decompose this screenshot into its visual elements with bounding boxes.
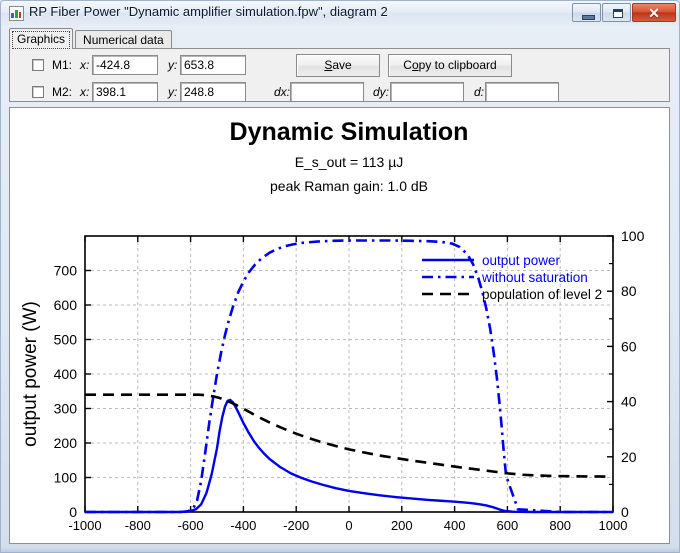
tab-numerical-data[interactable]: Numerical data xyxy=(75,30,172,49)
m1-label: M1: xyxy=(52,58,73,72)
chart-subtitle-energy: E_s_out = 113 µJ xyxy=(295,154,404,170)
dx-label: dx: xyxy=(274,85,291,99)
x-axis-tick-label: -200 xyxy=(283,518,309,533)
tab-graphics[interactable]: Graphics xyxy=(9,28,74,49)
title-bar: RP Fiber Power "Dynamic amplifier simula… xyxy=(1,1,679,25)
application-window: RP Fiber Power "Dynamic amplifier simula… xyxy=(0,0,680,553)
m1-x-label: x: xyxy=(80,58,90,72)
m1-checkbox[interactable] xyxy=(32,59,44,71)
x-axis-tick-label: 800 xyxy=(549,518,571,533)
dy-input[interactable] xyxy=(390,82,464,102)
x-axis-tick-label: 200 xyxy=(391,518,413,533)
legend-label-1: output power xyxy=(482,253,561,268)
dy-label: dy: xyxy=(373,85,390,99)
close-button[interactable]: ✕ xyxy=(632,3,676,22)
x-axis-tick-label: -800 xyxy=(125,518,151,533)
m1-y-input[interactable]: 653.8 xyxy=(180,55,246,75)
maximize-icon xyxy=(613,9,623,18)
chart-container: Dynamic Simulation E_s_out = 113 µJ peak R… xyxy=(9,107,670,544)
x-axis-tick-label: 400 xyxy=(444,518,466,533)
d-label: d: xyxy=(474,85,485,99)
y2-axis-tick-label: 20 xyxy=(621,449,637,465)
x-axis-tick-label: 1000 xyxy=(599,518,628,533)
d-input[interactable] xyxy=(485,82,559,102)
window-title: RP Fiber Power "Dynamic amplifier simula… xyxy=(29,4,388,19)
y2-axis-tick-label: 80 xyxy=(621,283,637,299)
close-icon: ✕ xyxy=(648,4,660,21)
x-axis-tick-label: -600 xyxy=(178,518,204,533)
y-axis-tick-label: 700 xyxy=(54,263,78,279)
y2-axis-tick-label: 100 xyxy=(621,228,645,244)
tab-numerical-data-label: Numerical data xyxy=(83,33,164,47)
y-axis-label: output power (W) xyxy=(20,301,41,447)
copy-to-clipboard-button[interactable]: Copy to clipboard xyxy=(388,54,512,77)
legend-label-3: population of level 2 xyxy=(482,287,602,302)
chart-title: Dynamic Simulation xyxy=(230,118,469,146)
maximize-button[interactable] xyxy=(602,3,631,22)
y2-axis-tick-label: 60 xyxy=(621,338,637,354)
y-axis-tick-label: 500 xyxy=(54,332,78,348)
y-axis-tick-label: 200 xyxy=(54,435,78,451)
simulation-chart: Dynamic Simulation E_s_out = 113 µJ peak R… xyxy=(20,118,645,533)
y-axis-tick-label: 100 xyxy=(54,470,78,486)
m2-x-input[interactable]: 398.1 xyxy=(92,82,158,102)
m2-checkbox[interactable] xyxy=(32,86,44,98)
app-icon xyxy=(9,6,24,21)
m2-y-label: y: xyxy=(168,85,178,99)
x-axis-tick-label: 0 xyxy=(345,518,352,533)
minimize-button[interactable] xyxy=(572,3,601,22)
x-axis-tick-label: -400 xyxy=(230,518,256,533)
legend-label-2: without saturation xyxy=(481,270,588,285)
y-axis-tick-label: 300 xyxy=(54,401,78,417)
m2-x-label: x: xyxy=(80,85,90,99)
save-button[interactable]: Save xyxy=(296,54,380,77)
window-controls: ✕ xyxy=(572,3,676,23)
y-axis-tick-label: 0 xyxy=(69,504,77,520)
focus-outline xyxy=(12,31,71,49)
y2-axis-tick-label: 40 xyxy=(621,394,637,410)
tab-bar: Graphics Numerical data xyxy=(9,28,172,49)
m2-label: M2: xyxy=(52,85,73,99)
chart-subtitle-gain: peak Raman gain: 1.0 dB xyxy=(270,178,428,194)
dx-input[interactable] xyxy=(290,82,364,102)
y2-axis-tick-label: 0 xyxy=(621,504,629,520)
y-axis-tick-label: 600 xyxy=(54,297,78,313)
y-axis-tick-label: 400 xyxy=(54,366,78,382)
minimize-icon xyxy=(582,15,595,20)
window-bottom-edge xyxy=(1,548,679,552)
x-axis-tick-label: -1000 xyxy=(68,518,101,533)
main-panel: Graphics Numerical data M1: x: -424.8 y:… xyxy=(5,27,675,549)
m1-y-label: y: xyxy=(168,58,178,72)
marker-toolbar: M1: x: -424.8 y: 653.8 Save Copy to clip… xyxy=(9,48,670,102)
m2-y-input[interactable]: 248.8 xyxy=(180,82,246,102)
x-axis-tick-label: 600 xyxy=(497,518,519,533)
m1-x-input[interactable]: -424.8 xyxy=(92,55,158,75)
